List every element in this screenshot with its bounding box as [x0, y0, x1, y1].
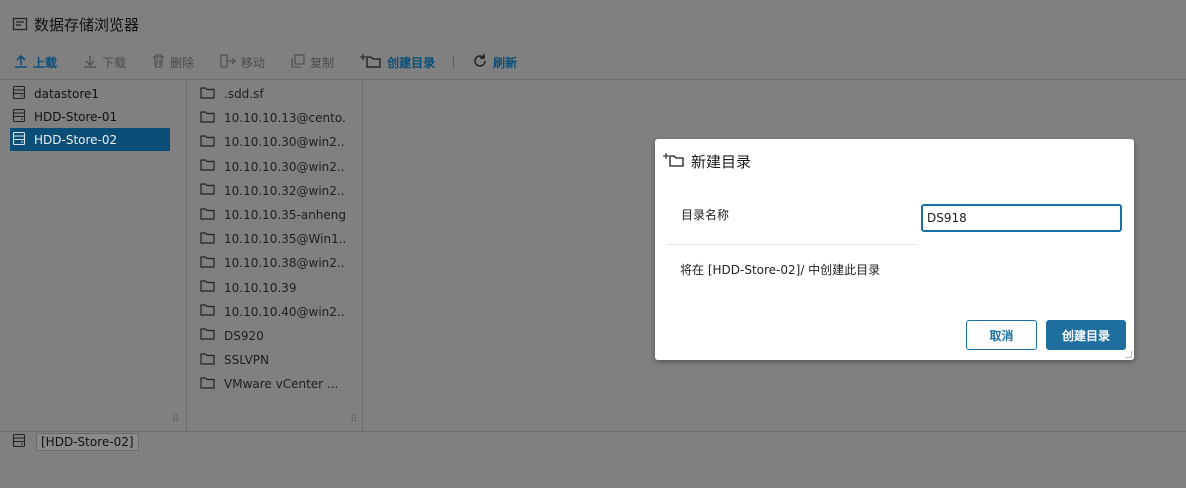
datastore-icon: [12, 131, 28, 149]
folder-icon: [200, 111, 215, 126]
folder-name: 10.10.10.35-anheng: [224, 208, 346, 223]
folder-icon: [200, 232, 215, 247]
folder-name: 10.10.10.38@win2...: [224, 256, 346, 271]
status-divider-line: [0, 431, 1186, 432]
new-directory-dialog: 新建目录 目录名称 将在 [HDD-Store-02]/ 中创建此目录 取消 创…: [655, 139, 1134, 360]
status-bar: [HDD-Store-02]: [12, 433, 139, 451]
upload-label: 上载: [33, 55, 58, 70]
new-folder-icon: [663, 152, 685, 172]
dialog-separator: [667, 244, 916, 245]
refresh-button[interactable]: 刷新: [472, 53, 517, 72]
datastore-icon: [12, 108, 28, 126]
column-divider[interactable]: [186, 80, 187, 432]
create-directory-label: 创建目录: [387, 55, 436, 70]
upload-icon: [14, 54, 28, 71]
folder-name: 10.10.10.32@win2...: [224, 183, 346, 198]
column-divider[interactable]: [362, 80, 363, 432]
folder-icon: [200, 86, 215, 102]
delete-button[interactable]: 删除: [152, 53, 195, 71]
page-title-bar: 数据存储浏览器: [12, 12, 139, 36]
download-icon: [83, 54, 97, 71]
refresh-label: 刷新: [493, 55, 518, 70]
folder-icon: [200, 280, 215, 295]
folder-icon: [200, 377, 215, 392]
datastore-browser-icon: [12, 16, 28, 32]
datastore-icon: [12, 85, 28, 103]
folder-icon: [200, 159, 215, 174]
datastore-item-selected[interactable]: HDD-Store-02: [10, 128, 170, 151]
folder-name: SSLVPN: [224, 353, 270, 368]
folder-name: 10.10.10.30@win2...: [224, 159, 346, 174]
create-directory-button[interactable]: 创建目录: [360, 53, 435, 72]
dialog-title-text: 新建目录: [691, 153, 752, 171]
folder-item[interactable]: 10.10.10.35@Win1...: [196, 227, 346, 251]
upload-button[interactable]: 上载: [14, 54, 57, 71]
folder-icon: [200, 207, 215, 223]
page-title: 数据存储浏览器: [34, 15, 140, 34]
copy-button[interactable]: 复制: [291, 53, 335, 71]
folder-item[interactable]: 10.10.10.30@win2...: [196, 155, 346, 179]
datastore-name: HDD-Store-02: [34, 132, 118, 147]
folder-item[interactable]: 10.10.10.30@win2...: [196, 130, 346, 154]
column-resize-grip[interactable]: ⠿: [350, 414, 357, 425]
datastore-list: datastore1 HDD-Store-01 HDD-Store-02: [10, 82, 170, 151]
datastore-name: datastore1: [34, 86, 100, 101]
download-label: 下载: [102, 55, 127, 70]
toolbar-divider: [453, 55, 455, 69]
folder-list: .sdd.sf 10.10.10.13@cento... 10.10.10.30…: [196, 82, 346, 396]
folder-name: 10.10.10.30@win2...: [224, 135, 346, 150]
datastore-icon: [12, 433, 28, 451]
column-resize-grip[interactable]: ⠿: [172, 414, 179, 425]
download-button[interactable]: 下载: [83, 54, 126, 71]
folder-icon: [200, 353, 215, 368]
directory-name-input[interactable]: [921, 204, 1122, 232]
move-icon: [220, 53, 236, 71]
folder-icon: [200, 256, 215, 271]
folder-icon: [200, 183, 215, 198]
cancel-button[interactable]: 取消: [966, 320, 1037, 350]
datastore-name: HDD-Store-01: [34, 109, 118, 124]
refresh-icon: [472, 53, 488, 72]
folder-item[interactable]: DS920: [196, 324, 346, 348]
current-path[interactable]: [HDD-Store-02]: [36, 433, 139, 451]
copy-icon: [291, 53, 305, 71]
folder-name: 10.10.10.13@cento...: [224, 111, 346, 126]
dialog-resize-handle[interactable]: [1125, 351, 1132, 358]
toolbar-divider-line: [0, 79, 1186, 80]
delete-label: 删除: [170, 55, 195, 70]
folder-item[interactable]: VMware vCenter ...: [196, 372, 346, 396]
folder-item[interactable]: 10.10.10.35-anheng: [196, 203, 346, 227]
datastore-item[interactable]: HDD-Store-01: [10, 105, 170, 128]
folder-icon: [200, 328, 215, 343]
folder-item[interactable]: SSLVPN: [196, 348, 346, 372]
folder-item[interactable]: 10.10.10.39: [196, 276, 346, 300]
new-folder-icon: [360, 53, 382, 72]
folder-item[interactable]: 10.10.10.38@win2...: [196, 251, 346, 275]
folder-item[interactable]: .sdd.sf: [196, 82, 346, 106]
folder-name: 10.10.10.35@Win1...: [224, 232, 346, 247]
folder-name: .sdd.sf: [224, 87, 264, 102]
dialog-title: 新建目录: [663, 151, 751, 172]
datastore-item[interactable]: datastore1: [10, 82, 170, 105]
directory-name-label: 目录名称: [681, 208, 730, 222]
folder-name: VMware vCenter ...: [224, 377, 339, 392]
folder-name: 10.10.10.40@win2...: [224, 304, 346, 319]
move-button[interactable]: 移动: [220, 53, 266, 71]
folder-name: 10.10.10.39: [224, 280, 297, 295]
toolbar: 上载 下载 删除 移动 复制 创建目录 刷新: [14, 50, 543, 74]
folder-icon: [200, 304, 215, 319]
move-label: 移动: [241, 55, 266, 70]
trash-icon: [152, 53, 165, 71]
folder-item[interactable]: 10.10.10.32@win2...: [196, 179, 346, 203]
copy-label: 复制: [310, 55, 335, 70]
folder-item[interactable]: 10.10.10.13@cento...: [196, 106, 346, 130]
directory-location-info: 将在 [HDD-Store-02]/ 中创建此目录: [680, 263, 881, 277]
folder-item[interactable]: 10.10.10.40@win2...: [196, 300, 346, 324]
folder-icon: [200, 135, 215, 150]
folder-name: DS920: [224, 328, 264, 343]
datastore-browser: 数据存储浏览器 上载 下载 删除 移动 复制 创建目录 刷新 datastore…: [0, 0, 1186, 488]
create-directory-confirm-button[interactable]: 创建目录: [1046, 320, 1126, 350]
